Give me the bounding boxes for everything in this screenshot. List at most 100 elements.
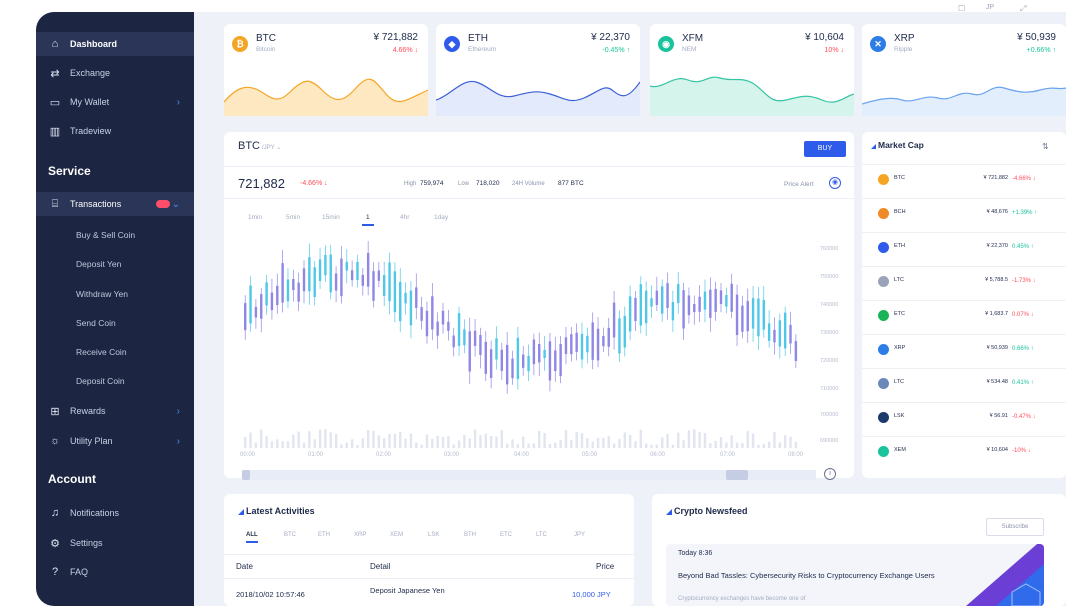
sidebar-item-faq[interactable]: ? FAQ <box>36 560 194 584</box>
x-tick: 06:00 <box>650 452 666 458</box>
candle-body <box>254 306 258 318</box>
filter-bth[interactable]: BTH <box>464 532 476 538</box>
market-change: -1.73% ↓ <box>1012 278 1036 284</box>
candlestick-chart[interactable] <box>224 132 854 478</box>
volume-bar <box>618 438 621 448</box>
candle-body <box>393 271 397 313</box>
filter-lsk[interactable]: LSK <box>428 532 439 538</box>
coin-card-xfm[interactable]: ◉ XFM NEM ¥ 10,604 10% ↓ <box>650 24 854 116</box>
btc-icon: ₿ <box>232 36 248 52</box>
chart-scrollbar[interactable] <box>242 470 816 480</box>
market-row[interactable]: LTC ¥ 534.48 0.41% ↑ <box>862 368 1066 398</box>
volume-bar <box>783 435 787 448</box>
sidebar-item-dashboard[interactable]: ⌂ Dashboard <box>36 32 194 56</box>
market-row[interactable]: BCH ¥ 48,676 +1.39% ↑ <box>862 198 1066 228</box>
filter-etc[interactable]: ETC <box>500 532 512 538</box>
volume-bar <box>751 433 755 448</box>
candle-body <box>783 312 787 349</box>
candle-body <box>249 285 252 324</box>
bulb-icon: ☼ <box>49 435 61 447</box>
volume-bar <box>596 437 600 448</box>
market-row[interactable]: LTC ¥ 5,788.5 -1.73% ↓ <box>862 266 1066 296</box>
coin-name: Bitcoin <box>256 46 276 53</box>
sidebar-item-my-wallet[interactable]: ▭ My Wallet › <box>36 90 194 114</box>
info-icon[interactable]: i <box>824 468 836 480</box>
coin-card-xrp[interactable]: ✕ XRP Ripple ¥ 50,939 +0.66% ↑ <box>862 24 1066 116</box>
filter-ltc[interactable]: LTC <box>536 532 547 538</box>
exchange-icon: ⇄ <box>50 67 60 80</box>
sidebar-item-settings[interactable]: ⚙ Settings <box>36 531 194 555</box>
market-row[interactable]: LSK ¥ 56.91 -0.47% ↓ <box>862 402 1066 432</box>
filter-xrp[interactable]: XRP <box>354 532 366 538</box>
market-row[interactable]: BTC ¥ 721,882 -4.66% ↓ <box>862 164 1066 194</box>
volume-bar <box>244 436 247 448</box>
filter-btc[interactable]: BTC <box>284 532 296 538</box>
market-symbol: XRP <box>894 345 906 351</box>
candle-body <box>735 294 739 336</box>
market-change: +1.39% ↑ <box>1012 210 1038 216</box>
volume-bar <box>324 429 327 448</box>
sidebar-item-utility-plan[interactable]: ☼ Utility Plan › <box>36 429 194 453</box>
market-row[interactable]: XRP ¥ 50,939 0.66% ↑ <box>862 334 1066 364</box>
candle-body <box>431 296 434 330</box>
volume-bar <box>516 444 520 448</box>
scroll-handle-left[interactable] <box>242 470 250 480</box>
market-row[interactable]: ETH ¥ 22,370 0.45% ↑ <box>862 232 1066 262</box>
news-item[interactable]: Today 8:36 Beyond Bad Tassles: Cybersecu… <box>666 544 1044 606</box>
volume-bar <box>468 438 471 448</box>
volume-bar <box>591 441 594 448</box>
coin-icon <box>878 446 889 457</box>
sidebar-item-exchange[interactable]: ⇄ Exchange <box>36 61 194 85</box>
sidebar-sub-send-coin[interactable]: Send Coin <box>76 318 116 328</box>
filter-jpy[interactable]: JPY <box>574 532 585 538</box>
market-change: 0.45% ↑ <box>1012 244 1034 250</box>
market-row[interactable]: XEM ¥ 10,604 -10% ↓ <box>862 436 1066 466</box>
coin-price: ¥ 721,882 <box>373 32 419 43</box>
candle-body <box>297 282 300 302</box>
filter-xem[interactable]: XEM <box>390 532 403 538</box>
volume-bar <box>270 441 274 448</box>
filter-eth[interactable]: ETH <box>318 532 330 538</box>
candle-body <box>292 278 295 291</box>
sidebar-sub-buy-sell[interactable]: Buy & Sell Coin <box>76 230 135 240</box>
volume-bar <box>773 432 776 448</box>
candle-body <box>388 262 391 302</box>
volume-bar <box>554 442 557 448</box>
volume-bar <box>479 435 482 448</box>
candle-body <box>650 298 653 307</box>
x-tick: 03:00 <box>444 452 460 458</box>
coin-card-btc[interactable]: ₿ BTC Bitcoin ¥ 721,882 4.66% ↓ <box>224 24 428 116</box>
sidebar-item-rewards[interactable]: ⊞ Rewards › <box>36 399 194 423</box>
sidebar-item-notifications[interactable]: ♫ Notifications <box>36 501 194 525</box>
market-change: 0.41% ↑ <box>1012 380 1034 386</box>
volume-bar <box>634 441 637 448</box>
volume-bar <box>639 429 643 448</box>
coin-card-eth[interactable]: ◆ ETH Ethereum ¥ 22,370 -0.45% ↑ <box>436 24 640 116</box>
volume-bar <box>527 443 530 448</box>
x-tick: 00:00 <box>240 452 256 458</box>
volume-bar <box>292 434 295 448</box>
candle-body <box>361 274 365 286</box>
xrp-icon: ✕ <box>870 36 886 52</box>
candle-body <box>687 295 691 316</box>
sidebar-item-label: Settings <box>70 538 103 548</box>
volume-bar <box>661 437 664 448</box>
candle-body <box>580 333 584 360</box>
sidebar-item-transactions[interactable]: ⌸ Transactions ⌄ <box>36 192 194 216</box>
sidebar-sub-receive-coin[interactable]: Receive Coin <box>76 347 127 357</box>
market-change: 0.07% ↓ <box>1012 312 1034 318</box>
filter-all[interactable]: ALL <box>246 532 258 543</box>
market-row[interactable]: ETC ¥ 1,683.7 0.07% ↓ <box>862 300 1066 330</box>
subscribe-button[interactable]: Subscribe <box>986 518 1044 536</box>
coin-symbol: XRP <box>894 33 915 44</box>
language-selector[interactable]: JP <box>986 4 994 11</box>
sidebar-item-tradeview[interactable]: ▥ Tradeview <box>36 119 194 143</box>
scroll-handle-right[interactable] <box>726 470 748 480</box>
volume-bar <box>388 434 391 448</box>
sidebar-sub-withdraw-yen[interactable]: Withdraw Yen <box>76 289 128 299</box>
volume-bar <box>746 431 749 448</box>
candle-body <box>639 284 643 326</box>
sidebar-sub-deposit-coin[interactable]: Deposit Coin <box>76 376 125 386</box>
sidebar-sub-deposit-yen[interactable]: Deposit Yen <box>76 259 121 269</box>
sort-icon[interactable]: ⇅ <box>1042 142 1049 151</box>
